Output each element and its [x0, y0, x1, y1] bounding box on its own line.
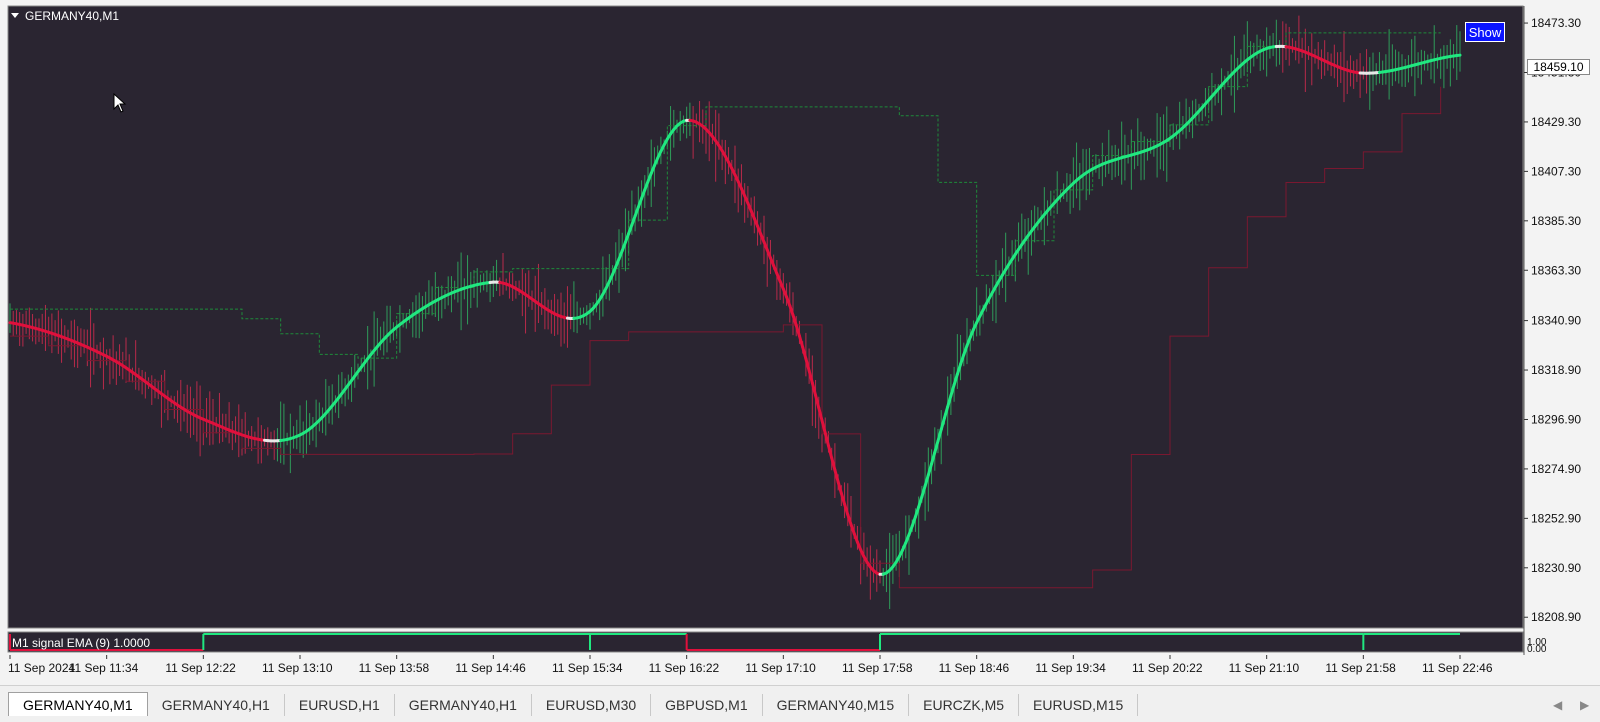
time-tick-label: 11 Sep 20:22: [1132, 661, 1203, 675]
chart-title: GERMANY40,M1: [25, 9, 119, 23]
chart-tabbar: GERMANY40,M1 GERMANY40,H1 EURUSD,H1 GERM…: [0, 685, 1600, 722]
tab-eurusd-h1[interactable]: EURUSD,H1: [285, 694, 395, 716]
indicator-level-low: 0.00: [1527, 644, 1547, 655]
time-tick-label: 11 Sep 15:34: [552, 661, 623, 675]
price-tick-label: 18318.90: [1531, 363, 1581, 377]
tab-germany40-m15[interactable]: GERMANY40,M15: [763, 694, 910, 716]
price-tick-label: 18363.30: [1531, 263, 1581, 277]
indicator-label: M1 signal EMA (9) 1.0000: [12, 636, 150, 650]
time-tick-label: 11 Sep 21:10: [1229, 661, 1300, 675]
main-plot-area[interactable]: [7, 5, 1524, 629]
price-axis: 18473.3018451.3018429.3018407.3018385.30…: [1524, 16, 1581, 624]
price-chart[interactable]: 18473.3018451.3018429.3018407.3018385.30…: [0, 0, 1600, 685]
price-tick-label: 18407.30: [1531, 164, 1581, 178]
price-tick-label: 18473.30: [1531, 16, 1581, 30]
time-tick-label: 11 Sep 2024: [8, 661, 75, 675]
time-tick-label: 11 Sep 17:58: [842, 661, 913, 675]
show-button[interactable]: Show: [1465, 22, 1505, 42]
tab-germany40-h1-second[interactable]: GERMANY40,H1: [395, 694, 532, 716]
time-tick-label: 11 Sep 13:10: [262, 661, 333, 675]
price-tick-label: 18340.90: [1531, 314, 1581, 328]
tab-gbpusd-m1[interactable]: GBPUSD,M1: [651, 694, 763, 716]
current-price-label: 18459.10: [1527, 59, 1590, 75]
time-axis: 11 Sep 202411 Sep 11:34 11 Sep 12:22 11 Se…: [8, 655, 1493, 675]
time-tick-label: 11 Sep 17:10: [745, 661, 816, 675]
chart-tabs: GERMANY40,M1 GERMANY40,H1 EURUSD,H1 GERM…: [8, 692, 1139, 716]
time-tick-label: 11 Sep 13:58: [359, 661, 430, 675]
tab-eurczk-m5[interactable]: EURCZK,M5: [909, 694, 1020, 716]
price-tick-label: 18385.30: [1531, 214, 1581, 228]
tabs-scroll-right-icon[interactable]: ▶: [1580, 698, 1589, 712]
tabs-scroll-left-icon[interactable]: ◀: [1553, 698, 1562, 712]
price-tick-label: 18252.90: [1531, 511, 1581, 525]
price-tick-label: 18296.90: [1531, 412, 1581, 426]
mouse-cursor-icon: [113, 93, 127, 113]
time-tick-label: 11 Sep 19:34: [1035, 661, 1106, 675]
price-tick-label: 18429.30: [1531, 115, 1581, 129]
tab-germany40-m1[interactable]: GERMANY40,M1: [8, 692, 148, 716]
chart-window[interactable]: 18473.3018451.3018429.3018407.3018385.30…: [0, 0, 1600, 685]
time-tick-label: 11 Sep 12:22: [165, 661, 236, 675]
tab-germany40-h1[interactable]: GERMANY40,H1: [148, 694, 285, 716]
time-tick-label: 11 Sep 21:58: [1325, 661, 1396, 675]
time-tick-label: 11 Sep 22:46: [1422, 661, 1493, 675]
price-tick-label: 18230.90: [1531, 561, 1581, 575]
time-tick-label: 11 Sep 18:46: [939, 661, 1010, 675]
price-tick-label: 18274.90: [1531, 462, 1581, 476]
tab-eurusd-m15[interactable]: EURUSD,M15: [1019, 694, 1139, 716]
time-tick-label: 11 Sep 11:34: [69, 661, 139, 675]
price-tick-label: 18208.90: [1531, 610, 1581, 624]
time-tick-label: 11 Sep 14:46: [455, 661, 526, 675]
time-tick-label: 11 Sep 16:22: [649, 661, 720, 675]
tab-eurusd-m30[interactable]: EURUSD,M30: [532, 694, 652, 716]
